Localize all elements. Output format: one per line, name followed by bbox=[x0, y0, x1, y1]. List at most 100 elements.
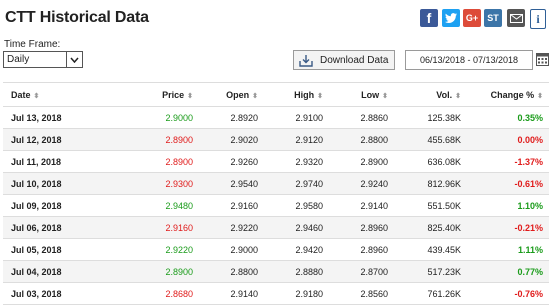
cell-price: 2.9160 bbox=[132, 216, 199, 239]
cell-date: Jul 13, 2018 bbox=[3, 106, 132, 129]
cell-low: 2.8960 bbox=[329, 238, 394, 261]
page-title: CTT Historical Data bbox=[5, 9, 149, 26]
cell-price: 2.8900 bbox=[132, 128, 199, 151]
google-plus-icon[interactable]: G+ bbox=[463, 9, 481, 27]
cell-vol: 636.08K bbox=[394, 150, 467, 173]
sort-icon: ⬍ bbox=[455, 92, 461, 100]
sort-icon: ⬍ bbox=[33, 92, 40, 100]
cell-low: 2.8700 bbox=[329, 260, 394, 283]
cell-vol: 517.23K bbox=[394, 260, 467, 283]
col-header-price[interactable]: Price ⬍ bbox=[132, 82, 199, 107]
mail-icon[interactable] bbox=[507, 9, 525, 27]
cell-change: 0.77% bbox=[467, 260, 549, 283]
col-header-high[interactable]: High ⬍ bbox=[264, 82, 329, 107]
cell-change: -1.37% bbox=[467, 150, 549, 173]
table-row: Jul 10, 2018 2.9300 2.9540 2.9740 2.9240 812.… bbox=[3, 172, 549, 195]
cell-low: 2.8960 bbox=[329, 216, 394, 239]
col-header-open[interactable]: Open ⬍ bbox=[199, 82, 264, 107]
twitter-icon[interactable] bbox=[442, 9, 460, 27]
cell-price: 2.9220 bbox=[132, 238, 199, 261]
cell-high: 2.9420 bbox=[264, 238, 329, 261]
sort-icon: ⬍ bbox=[317, 92, 323, 100]
cell-open: 2.9020 bbox=[199, 128, 264, 151]
download-data-button[interactable]: Download Data bbox=[293, 50, 395, 70]
cell-vol: 125.38K bbox=[394, 106, 467, 129]
cell-date: Jul 12, 2018 bbox=[3, 128, 132, 151]
cell-change: 0.00% bbox=[467, 128, 549, 151]
cell-vol: 761.26K bbox=[394, 282, 467, 305]
stocktwits-icon[interactable]: ST bbox=[484, 9, 502, 27]
cell-open: 2.8920 bbox=[199, 106, 264, 129]
cell-high: 2.9740 bbox=[264, 172, 329, 195]
cell-high: 2.9460 bbox=[264, 216, 329, 239]
table-row: Jul 06, 2018 2.9160 2.9220 2.9460 2.8960 825.… bbox=[3, 216, 549, 239]
cell-open: 2.9000 bbox=[199, 238, 264, 261]
cell-vol: 551.50K bbox=[394, 194, 467, 217]
cell-high: 2.9180 bbox=[264, 282, 329, 305]
table-row: Jul 12, 2018 2.8900 2.9020 2.9120 2.8800 455.… bbox=[3, 128, 549, 151]
col-header-vol[interactable]: Vol. ⬍ bbox=[394, 82, 467, 107]
cell-low: 2.8900 bbox=[329, 150, 394, 173]
cell-date: Jul 09, 2018 bbox=[3, 194, 132, 217]
cell-date: Jul 10, 2018 bbox=[3, 172, 132, 195]
cell-vol: 455.68K bbox=[394, 128, 467, 151]
calendar-icon[interactable] bbox=[536, 53, 549, 66]
cell-price: 2.9000 bbox=[132, 106, 199, 129]
cell-price: 2.9300 bbox=[132, 172, 199, 195]
download-label: Download Data bbox=[320, 54, 389, 66]
col-header-low[interactable]: Low ⬍ bbox=[329, 82, 394, 107]
cell-vol: 825.40K bbox=[394, 216, 467, 239]
historical-data-table: Date ⬍ Price ⬍ Open ⬍ High ⬍ Low ⬍ Vol. ⬍ Chan… bbox=[3, 82, 549, 305]
cell-high: 2.9100 bbox=[264, 106, 329, 129]
sort-icon: ⬍ bbox=[382, 92, 388, 100]
sort-icon: ⬍ bbox=[537, 92, 543, 100]
facebook-icon[interactable]: f bbox=[420, 9, 438, 27]
info-icon[interactable]: i bbox=[530, 9, 546, 29]
cell-date: Jul 03, 2018 bbox=[3, 282, 132, 305]
cell-open: 2.9220 bbox=[199, 216, 264, 239]
cell-price: 2.8900 bbox=[132, 150, 199, 173]
cell-high: 2.9120 bbox=[264, 128, 329, 151]
cell-date: Jul 11, 2018 bbox=[3, 150, 132, 173]
col-header-change[interactable]: Change % ⬍ bbox=[467, 82, 549, 107]
cell-change: -0.76% bbox=[467, 282, 549, 305]
table-row: Jul 11, 2018 2.8900 2.9260 2.9320 2.8900 636.… bbox=[3, 150, 549, 173]
time-frame-value: Daily bbox=[7, 54, 30, 65]
sort-icon: ⬍ bbox=[252, 92, 258, 100]
cell-vol: 439.45K bbox=[394, 238, 467, 261]
cell-date: Jul 04, 2018 bbox=[3, 260, 132, 283]
cell-price: 2.8680 bbox=[132, 282, 199, 305]
cell-date: Jul 05, 2018 bbox=[3, 238, 132, 261]
table-row: Jul 05, 2018 2.9220 2.9000 2.9420 2.8960 439.… bbox=[3, 238, 549, 261]
table-header-row: Date ⬍ Price ⬍ Open ⬍ High ⬍ Low ⬍ Vol. ⬍ Chan… bbox=[3, 82, 549, 107]
date-range-input[interactable]: 06/13/2018 - 07/13/2018 bbox=[405, 50, 533, 70]
download-icon bbox=[298, 53, 314, 67]
time-frame-label: Time Frame: bbox=[4, 39, 61, 50]
cell-change: 1.10% bbox=[467, 194, 549, 217]
table-row: Jul 04, 2018 2.8900 2.8800 2.8880 2.8700 517.… bbox=[3, 260, 549, 283]
cell-low: 2.9140 bbox=[329, 194, 394, 217]
cell-open: 2.9540 bbox=[199, 172, 264, 195]
cell-date: Jul 06, 2018 bbox=[3, 216, 132, 239]
cell-high: 2.9320 bbox=[264, 150, 329, 173]
cell-change: -0.61% bbox=[467, 172, 549, 195]
cell-vol: 812.96K bbox=[394, 172, 467, 195]
sort-icon: ⬍ bbox=[187, 92, 193, 100]
cell-low: 2.8860 bbox=[329, 106, 394, 129]
cell-open: 2.8800 bbox=[199, 260, 264, 283]
chevron-down-icon bbox=[66, 52, 82, 67]
cell-open: 2.9140 bbox=[199, 282, 264, 305]
cell-open: 2.9260 bbox=[199, 150, 264, 173]
cell-high: 2.8880 bbox=[264, 260, 329, 283]
cell-change: 0.35% bbox=[467, 106, 549, 129]
cell-high: 2.9580 bbox=[264, 194, 329, 217]
cell-change: -0.21% bbox=[467, 216, 549, 239]
time-frame-select[interactable]: Daily bbox=[3, 51, 83, 68]
cell-open: 2.9160 bbox=[199, 194, 264, 217]
col-header-date[interactable]: Date ⬍ bbox=[3, 82, 132, 107]
table-row: Jul 09, 2018 2.9480 2.9160 2.9580 2.9140 551.… bbox=[3, 194, 549, 217]
table-row: Jul 03, 2018 2.8680 2.9140 2.9180 2.8560 761.… bbox=[3, 282, 549, 305]
cell-change: 1.11% bbox=[467, 238, 549, 261]
cell-low: 2.8560 bbox=[329, 282, 394, 305]
table-row: Jul 13, 2018 2.9000 2.8920 2.9100 2.8860 125.… bbox=[3, 106, 549, 129]
